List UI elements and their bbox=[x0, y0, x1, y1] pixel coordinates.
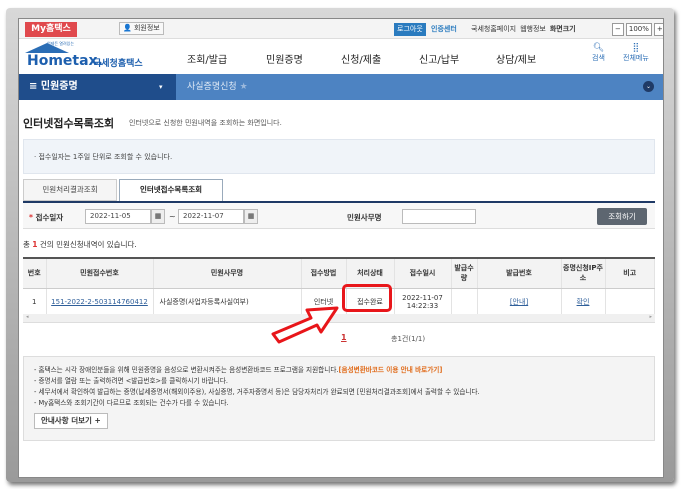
zoom-control: −100% + bbox=[612, 23, 663, 36]
grid-icon: ⣿ bbox=[632, 43, 640, 53]
table-header: 번호 민원접수번호 민원사무명 접수방법 처리상태 접수일시 발급수량 발급번호… bbox=[23, 257, 655, 289]
zoom-level: 100% bbox=[625, 23, 652, 36]
date-label: * 접수일자 bbox=[29, 213, 64, 222]
tab-internet-receipt[interactable]: 인터넷접수목록조회 bbox=[119, 179, 223, 201]
date-to-input[interactable]: 2022-11-07 bbox=[178, 209, 244, 224]
logo-korean: 국세청홈택스 bbox=[93, 59, 143, 69]
search-button[interactable]: 🔍︎ 검색 bbox=[592, 43, 605, 63]
notice-box: · 접수일자는 1주일 단위로 조회할 수 있습니다. bbox=[23, 139, 655, 174]
logo-tagline: 언제든 열려있는 bbox=[47, 41, 75, 46]
star-icon[interactable]: ★ bbox=[240, 82, 248, 92]
page-title: 인터넷접수목록조회 bbox=[23, 117, 115, 130]
col-receipt-no: 민원접수번호 bbox=[46, 257, 154, 289]
tab-result-inquiry[interactable]: 민원처리결과조회 bbox=[23, 179, 117, 201]
status-highlight-box bbox=[342, 284, 392, 312]
hamburger-icon: ≡ bbox=[29, 81, 41, 92]
zoom-in-button[interactable]: + bbox=[653, 23, 663, 36]
col-method: 접수방법 bbox=[301, 257, 347, 289]
current-menu[interactable]: ≡ 민원증명 ▾ bbox=[19, 74, 176, 100]
util-links: 국세청홈페이지 웹행정보 화면크기 bbox=[471, 23, 580, 36]
office-label: 민원사무명 bbox=[347, 213, 382, 222]
tilde: ~ bbox=[169, 212, 176, 221]
dropdown-icon: ▾ bbox=[159, 83, 163, 91]
col-date: 접수일시 bbox=[394, 257, 452, 289]
expand-icon[interactable]: ⌄ bbox=[643, 81, 654, 92]
hometax-page: My홈택스 👤 회원정보 로그아웃 인증센터 국세청홈페이지 웹행정보 화면크기 −… bbox=[18, 18, 664, 478]
all-menu-button[interactable]: ⣿ 전체메뉴 bbox=[623, 43, 649, 63]
col-note: 비고 bbox=[605, 257, 655, 289]
top-utility-bar: My홈택스 👤 회원정보 로그아웃 인증센터 국세청홈페이지 웹행정보 화면크기 −… bbox=[19, 19, 663, 39]
search-label: 검색 bbox=[592, 54, 605, 62]
ip-check-link[interactable]: 확인 bbox=[577, 298, 590, 306]
my-hometax-button[interactable]: My홈택스 bbox=[25, 22, 77, 37]
receipt-no-link[interactable]: 151-2022-2-503114760412 bbox=[51, 298, 148, 306]
info-box: - 홈택스는 시각 장애인분들을 위해 민원증명을 음성으로 변환시켜주는 음성… bbox=[23, 356, 655, 441]
breadcrumb-label: 사실증명신청 bbox=[187, 82, 237, 92]
search-submit-button[interactable]: 조회하기 bbox=[597, 208, 647, 225]
logout-button[interactable]: 로그아웃 bbox=[394, 23, 426, 36]
nav-inquiry[interactable]: 조회/발급 bbox=[187, 51, 227, 66]
current-menu-label: 민원증명 bbox=[40, 81, 78, 92]
col-ip: 증명신청IP주소 bbox=[561, 257, 606, 289]
zoom-out-button[interactable]: − bbox=[612, 23, 624, 36]
col-office-name: 민원사무명 bbox=[153, 257, 302, 289]
calendar-icon[interactable]: ▦ bbox=[244, 209, 258, 224]
member-info-button[interactable]: 👤 회원정보 bbox=[119, 22, 164, 35]
page-total: 총1건(1/1) bbox=[391, 335, 426, 343]
breadcrumb[interactable]: 사실증명신청 ★ bbox=[187, 74, 248, 100]
nts-home-link[interactable]: 국세청홈페이지 bbox=[471, 25, 516, 33]
main-header: 언제든 열려있는 Hometax. 국세청홈택스 조회/발급 민원증명 신청/제… bbox=[19, 39, 663, 73]
all-menu-label: 전체메뉴 bbox=[623, 54, 649, 62]
nav-consult[interactable]: 상담/제보 bbox=[496, 51, 536, 66]
cert-center-link[interactable]: 인증센터 bbox=[431, 23, 457, 36]
screen-size-label: 화면크기 bbox=[549, 25, 576, 33]
more-info-button[interactable]: 안내사항 더보기 + bbox=[34, 413, 108, 429]
logo-text: Hometax. bbox=[27, 53, 103, 69]
office-name-input[interactable] bbox=[402, 209, 476, 224]
result-count: 총 1 건의 민원신청내역이 있습니다. bbox=[23, 240, 137, 249]
col-qty: 발급수량 bbox=[451, 257, 478, 289]
date-from-input[interactable]: 2022-11-05 bbox=[85, 209, 151, 224]
issue-guide-link[interactable]: [안내] bbox=[510, 298, 528, 306]
search-form: * 접수일자 2022-11-05 ▦ ~ 2022-11-07 ▦ 민원사무명… bbox=[23, 201, 655, 229]
nav-civil-cert[interactable]: 민원증명 bbox=[266, 51, 303, 66]
nav-apply[interactable]: 신청/제출 bbox=[341, 51, 381, 66]
calendar-icon[interactable]: ▦ bbox=[151, 209, 165, 224]
page-1-link[interactable]: 1 bbox=[341, 333, 347, 342]
nav-report-pay[interactable]: 신고/납부 bbox=[419, 51, 459, 66]
col-no: 번호 bbox=[23, 257, 47, 289]
col-issue-no: 발급번호 bbox=[477, 257, 562, 289]
barcode-guide-link[interactable]: [음성변환바코드 이용 안내 바로가기] bbox=[338, 366, 442, 374]
arrow-annotation-icon bbox=[271, 306, 339, 344]
search-icon: 🔍︎ bbox=[592, 43, 605, 53]
page-subtitle: 인터넷으로 신청한 민원내역을 조회하는 화면입니다. bbox=[129, 119, 282, 127]
menu-bar: ≡ 민원증명 ▾ 사실증명신청 ★ ⌄ bbox=[19, 74, 663, 100]
member-info-label: 회원정보 bbox=[133, 24, 160, 32]
law-info-link[interactable]: 웹행정보 bbox=[520, 25, 546, 33]
